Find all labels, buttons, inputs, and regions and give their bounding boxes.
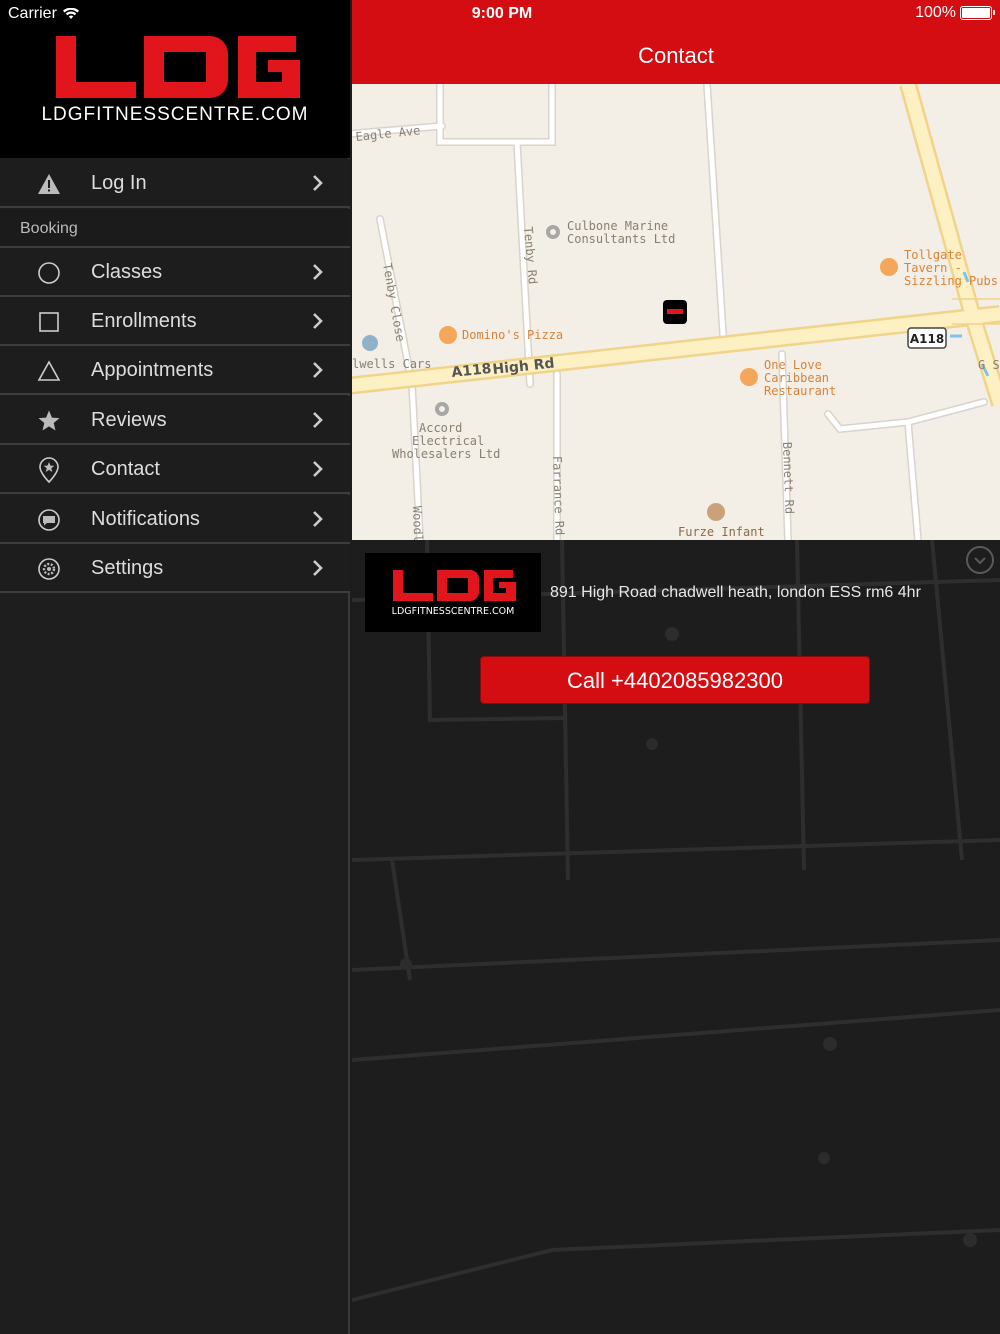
call-button[interactable]: Call +4402085982300 — [480, 656, 870, 704]
square-icon — [35, 310, 63, 334]
map-label: G S — [978, 358, 1000, 372]
a118-shield-label: A118 — [910, 332, 944, 346]
chevron-right-icon — [313, 560, 323, 576]
sidebar: LDGFITNESSCENTRE.COM Carrier Log In Book… — [0, 0, 350, 1334]
page-title: Contact — [638, 43, 714, 68]
chevron-right-icon — [313, 362, 323, 378]
gear-icon — [35, 557, 63, 581]
sidebar-item-label: Log In — [91, 172, 147, 194]
sidebar-item-label: Enrollments — [91, 310, 197, 332]
chevron-right-icon — [313, 511, 323, 527]
brand-url: LDGFITNESSCENTRE.COM — [41, 104, 309, 125]
section-label: Booking — [20, 220, 78, 237]
chevron-right-icon — [313, 461, 323, 477]
map-label: Farrance Rd — [550, 456, 567, 536]
chevron-right-icon — [313, 175, 323, 191]
map-label: Bennett Rd — [780, 442, 797, 515]
card-logo-url: LDGFITNESSCENTRE.COM — [392, 606, 515, 617]
collapse-button[interactable] — [966, 546, 994, 574]
sidebar-item-reviews[interactable]: Reviews — [0, 396, 350, 445]
sidebar-item-login[interactable]: Log In — [0, 159, 350, 208]
map-view[interactable]: Eagle Ave Culbone Marine Consultants Ltd… — [352, 84, 1000, 540]
map-label: Accord — [419, 421, 462, 435]
status-time: 9:00 PM — [471, 5, 533, 22]
chevron-right-icon — [313, 412, 323, 428]
map-label: Culbone Marine — [567, 219, 668, 233]
carrier-status: Carrier — [8, 4, 79, 24]
map-label: Eagle Ave — [355, 123, 421, 144]
sidebar-item-label: Contact — [91, 458, 160, 480]
sidebar-item-label: Settings — [91, 557, 164, 579]
map-label: Tenby Close — [380, 262, 408, 343]
contact-card: LDGFITNESSCENTRE.COM 891 High Road chadw… — [352, 540, 1000, 720]
sidebar-item-label: Notifications — [91, 508, 200, 530]
sidebar-item-appointments[interactable]: Appointments — [0, 346, 350, 395]
nav-bar: 9:00 PM 100% Contact — [352, 0, 1000, 84]
battery-label: 100% — [915, 4, 956, 21]
map-label: Consultants Ltd — [567, 232, 675, 246]
map-label: Restaurant — [764, 384, 836, 398]
wifi-icon — [62, 8, 79, 19]
card-logo: LDGFITNESSCENTRE.COM — [365, 553, 541, 632]
ldg-logo-mark — [56, 36, 300, 98]
star-icon — [35, 409, 63, 433]
map-label: Woodl — [410, 506, 425, 540]
map-label: One Love — [764, 358, 822, 372]
sidebar-item-label: Classes — [91, 261, 163, 283]
map-roads: Eagle Ave Culbone Marine Consultants Ltd… — [352, 84, 1000, 540]
triangle-icon — [35, 359, 63, 383]
carrier-label: Carrier — [8, 5, 57, 22]
chat-bubble-icon — [35, 508, 63, 532]
location-pin-icon — [35, 457, 63, 483]
map-label: Sizzling Pubs — [904, 274, 998, 288]
warning-icon — [35, 172, 63, 196]
map-label: Tavern - — [904, 261, 962, 275]
sidebar-item-contact[interactable]: Contact — [0, 445, 350, 494]
sidebar-item-enrollments[interactable]: Enrollments — [0, 297, 350, 346]
address-text: 891 High Road chadwell heath, london ESS… — [550, 584, 921, 601]
circle-icon — [35, 261, 63, 285]
battery-status: 100% — [915, 4, 995, 22]
sidebar-item-notifications[interactable]: Notifications — [0, 495, 350, 544]
sidebar-item-settings[interactable]: Settings — [0, 544, 350, 593]
map-label: Electrical — [412, 434, 484, 448]
map-label: Tollgate — [904, 248, 962, 262]
sidebar-item-label: Reviews — [91, 409, 167, 431]
road-label: High Rd — [492, 356, 556, 378]
map-label: Domino's Pizza — [462, 328, 563, 342]
chevron-down-icon — [974, 557, 986, 565]
main-panel: 9:00 PM 100% Contact Eagle Ave Culbone M… — [352, 0, 1000, 1334]
section-header-booking: Booking — [0, 209, 350, 248]
map-label: lwells Cars — [352, 357, 431, 371]
map-label: Wholesalers Ltd — [392, 447, 500, 461]
map-label: Caribbean — [764, 371, 829, 385]
chevron-right-icon — [313, 313, 323, 329]
sidebar-item-classes[interactable]: Classes — [0, 248, 350, 297]
map-label: Furze Infant — [678, 525, 765, 539]
battery-icon — [960, 6, 995, 20]
chevron-right-icon — [313, 264, 323, 280]
sidebar-item-label: Appointments — [91, 359, 214, 381]
